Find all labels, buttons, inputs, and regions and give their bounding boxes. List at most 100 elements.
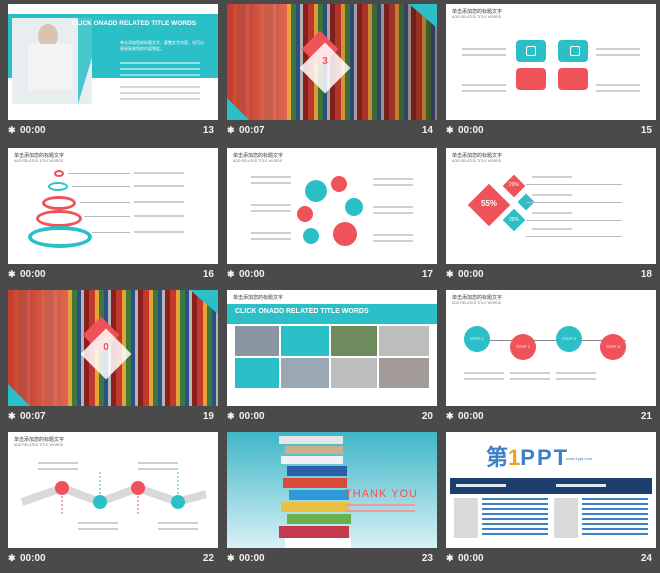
slide-subtitle: ADD RELATED TITLE WORDS	[452, 159, 502, 163]
slide-badge-number: 3	[322, 56, 328, 67]
slide-timing: 00:00	[458, 411, 484, 422]
slide-timing: 00:00	[20, 125, 46, 136]
slide-22[interactable]: 单击添加您的标题文字 ADD RELATED TITLE WORDS ✱ 00:…	[8, 432, 218, 572]
slide-21[interactable]: 单击添加您的标题文字 ADD RELATED TITLE WORDS STEP …	[446, 290, 656, 430]
slide-body-text: 单击添加您的标题文字，要整文字内容，也可以直接复制您的内容到此。	[120, 40, 204, 51]
slide-14[interactable]: 3 ✱ 00:07 14	[227, 4, 437, 144]
slide-thumbnail[interactable]: 单击添加您的标题文字 ADD RELATED TITLE WORDS STEP …	[446, 290, 656, 406]
slide-16[interactable]: 单击添加您的标题文字 ADD RELATED TITLE WORDS ✱ 00:…	[8, 148, 218, 288]
slide-thumbnail[interactable]: 第1PPT www.1ppt.com	[446, 432, 656, 548]
transition-icon: ✱	[227, 269, 235, 279]
slide-subtitle: ADD RELATED TITLE WORDS	[14, 159, 64, 163]
slide-meta: ✱ 00:00 13	[8, 124, 218, 140]
slide-thumbnail[interactable]: 单击添加您的标题文字 CLICK ONADD RELATED TITLE WOR…	[227, 290, 437, 406]
transition-icon: ✱	[446, 125, 454, 135]
slide-timing: 00:00	[239, 411, 265, 422]
step-label: STEP 1	[470, 336, 484, 341]
slide-number: 13	[202, 125, 214, 136]
slide-thumbnail[interactable]: 0	[8, 290, 218, 406]
slide-13[interactable]: CLICK ONADD RELATED TITLE WORDS 单击添加您的标题…	[8, 4, 218, 144]
slide-20[interactable]: 单击添加您的标题文字 CLICK ONADD RELATED TITLE WOR…	[227, 290, 437, 430]
slide-17[interactable]: 单击添加您的标题文字 ADD RELATED TITLE WORDS ✱ 00:…	[227, 148, 437, 288]
slide-meta: ✱ 00:00 21	[446, 410, 656, 426]
slide-thumbnail[interactable]: CLICK ONADD RELATED TITLE WORDS 单击添加您的标题…	[8, 4, 218, 120]
slide-timing: 00:07	[20, 411, 46, 422]
slide-title: 单击添加您的标题文字	[233, 295, 284, 301]
slide-title: 单击添加您的标题文字	[452, 295, 503, 301]
slide-thumbnail[interactable]: 单击添加您的标题文字 ADD RELATED TITLE WORDS	[227, 148, 437, 264]
slide-timing: 00:00	[458, 553, 484, 564]
slide-thumbnail[interactable]: 单击添加您的标题文字 ADD RELATED TITLE WORDS 55% 2…	[446, 148, 656, 264]
slide-sorter-grid: CLICK ONADD RELATED TITLE WORDS 单击添加您的标题…	[0, 0, 660, 573]
slide-18[interactable]: 单击添加您的标题文字 ADD RELATED TITLE WORDS 55% 2…	[446, 148, 656, 288]
slide-meta: ✱ 00:07 19	[8, 410, 218, 426]
transition-icon: ✱	[446, 411, 454, 421]
percent-b: 25%	[508, 217, 519, 223]
slide-thumbnail[interactable]: 3	[227, 4, 437, 120]
step-label: STEP 4	[606, 344, 620, 349]
logo-part-c: PPT	[520, 445, 570, 470]
step-label: STEP 2	[516, 344, 530, 349]
slide-title: 单击添加您的标题文字	[452, 153, 503, 159]
slide-24[interactable]: 第1PPT www.1ppt.com ✱ 00:00 24	[446, 432, 656, 572]
transition-icon: ✱	[8, 269, 16, 279]
slide-subtitle: ADD RELATED TITLE WORDS	[452, 301, 502, 305]
transition-icon: ✱	[227, 411, 235, 421]
slide-subtitle: ADD RELATED TITLE WORDS	[233, 159, 283, 163]
slide-meta: ✱ 00:00 23	[227, 552, 437, 568]
slide-number: 21	[640, 411, 652, 422]
slide-title: 单击添加您的标题文字	[233, 153, 284, 159]
slide-number: 24	[640, 553, 652, 564]
logo-part-b: 1	[508, 445, 521, 470]
slide-number: 23	[421, 553, 433, 564]
zigzag-path	[20, 472, 208, 514]
slide-timing: 00:00	[20, 553, 46, 564]
transition-icon: ✱	[227, 125, 235, 135]
slide-number: 20	[421, 411, 433, 422]
slide-meta: ✱ 00:00 22	[8, 552, 218, 568]
slide-header-text: CLICK ONADD RELATED TITLE WORDS	[72, 20, 197, 27]
transition-icon: ✱	[446, 553, 454, 563]
percent-a: 20%	[508, 182, 519, 188]
slide-subtitle: ADD RELATED TITLE WORDS	[452, 15, 502, 19]
slide-thumbnail[interactable]: THANK YOU	[227, 432, 437, 548]
slide-timing: 00:00	[239, 553, 265, 564]
slide-title: 单击添加您的标题文字	[14, 153, 65, 159]
slide-meta: ✱ 00:00 17	[227, 268, 437, 284]
slide-19[interactable]: 0 ✱ 00:07 19	[8, 290, 218, 430]
step-label: STEP 3	[562, 336, 576, 341]
logo-url: www.1ppt.com	[566, 456, 593, 461]
slide-23[interactable]: THANK YOU ✱ 00:00 23	[227, 432, 437, 572]
slide-meta: ✱ 00:00 20	[227, 410, 437, 426]
slide-meta: ✱ 00:00 18	[446, 268, 656, 284]
slide-timing: 00:00	[239, 269, 265, 280]
slide-number: 15	[640, 125, 652, 136]
slide-number: 18	[640, 269, 652, 280]
transition-icon: ✱	[8, 553, 16, 563]
transition-icon: ✱	[446, 269, 454, 279]
transition-icon: ✱	[8, 125, 16, 135]
slide-thumbnail[interactable]: 单击添加您的标题文字 ADD RELATED TITLE WORDS	[8, 432, 218, 548]
slide-number: 19	[202, 411, 214, 422]
slide-number: 14	[421, 125, 433, 136]
slide-badge-number: 0	[103, 342, 109, 353]
percent-large: 55%	[480, 199, 497, 208]
slide-meta: ✱ 00:00 15	[446, 124, 656, 140]
logo: 第1PPT	[486, 440, 569, 472]
slide-timing: 00:00	[458, 125, 484, 136]
slide-timing: 00:07	[239, 125, 265, 136]
slide-meta: ✱ 00:00 24	[446, 552, 656, 568]
transition-icon: ✱	[8, 411, 16, 421]
slide-thumbnail[interactable]: 单击添加您的标题文字 ADD RELATED TITLE WORDS	[8, 148, 218, 264]
slide-number: 17	[421, 269, 433, 280]
slide-number: 16	[202, 269, 214, 280]
thank-you-text: THANK YOU	[345, 488, 418, 500]
slide-meta: ✱ 00:00 16	[8, 268, 218, 284]
slide-thumbnail[interactable]: 单击添加您的标题文字 ADD RELATED TITLE WORDS	[446, 4, 656, 120]
slide-title: 单击添加您的标题文字	[452, 9, 503, 15]
logo-part-a: 第	[486, 445, 509, 470]
slide-number: 22	[202, 553, 214, 564]
slide-meta: ✱ 00:07 14	[227, 124, 437, 140]
slide-15[interactable]: 单击添加您的标题文字 ADD RELATED TITLE WORDS ✱ 00:…	[446, 4, 656, 144]
slide-timing: 00:00	[20, 269, 46, 280]
